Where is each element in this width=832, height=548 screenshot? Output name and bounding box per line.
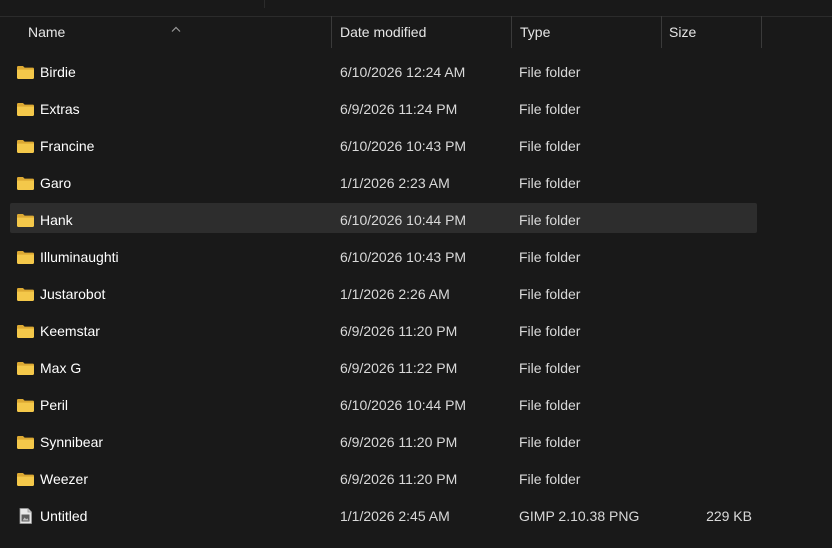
file-list-item[interactable]: Illuminaughti 6/10/2026 10:43 PM File fold… xyxy=(0,239,832,276)
folder-icon xyxy=(16,397,35,413)
column-resize-handle[interactable] xyxy=(761,16,762,48)
column-header-date-modified[interactable]: Date modified xyxy=(332,16,511,48)
column-header-row: Name Date modified Type Size xyxy=(0,16,832,48)
file-list-item[interactable]: Synnibear 6/9/2026 11:20 PM File folder xyxy=(0,424,832,461)
item-type: File folder xyxy=(519,175,581,191)
item-name: Illuminaughti xyxy=(40,249,119,265)
item-date-modified: 6/9/2026 11:20 PM xyxy=(340,323,458,339)
item-type: File folder xyxy=(519,360,581,376)
file-list-item[interactable]: Garo 1/1/2026 2:23 AM File folder xyxy=(0,165,832,202)
item-date-modified: 6/10/2026 10:43 PM xyxy=(340,138,467,154)
item-date-modified: 6/10/2026 12:24 AM xyxy=(340,64,466,80)
item-name: Peril xyxy=(40,397,69,413)
folder-icon xyxy=(16,64,35,80)
item-date-modified: 1/1/2026 2:45 AM xyxy=(340,508,450,524)
folder-icon xyxy=(16,286,35,302)
item-type: File folder xyxy=(519,471,581,487)
gimp-image-file-icon xyxy=(16,508,35,524)
item-name: Birdie xyxy=(40,64,76,80)
item-name: Untitled xyxy=(40,508,88,524)
item-date-modified: 6/9/2026 11:22 PM xyxy=(340,360,458,376)
file-list-item[interactable]: Max G 6/9/2026 11:22 PM File folder xyxy=(0,350,832,387)
item-type: File folder xyxy=(519,397,581,413)
item-name: Justarobot xyxy=(40,286,106,302)
item-date-modified: 6/9/2026 11:20 PM xyxy=(340,471,458,487)
item-date-modified: 1/1/2026 2:26 AM xyxy=(340,286,450,302)
folder-icon xyxy=(16,471,35,487)
file-list-item[interactable]: Keemstar 6/9/2026 11:20 PM File folder xyxy=(0,313,832,350)
item-type: File folder xyxy=(519,434,581,450)
item-type: File folder xyxy=(519,64,581,80)
item-name: Francine xyxy=(40,138,95,154)
file-list-item[interactable]: Peril 6/10/2026 10:44 PM File folder xyxy=(0,387,832,424)
toolbar-divider-tick xyxy=(264,0,265,8)
file-list-item[interactable]: Justarobot 1/1/2026 2:26 AM File folder xyxy=(0,276,832,313)
file-list-item[interactable]: Birdie 6/10/2026 12:24 AM File folder xyxy=(0,54,832,91)
item-date-modified: 6/9/2026 11:20 PM xyxy=(340,434,458,450)
item-type: File folder xyxy=(519,249,581,265)
sort-up-icon xyxy=(171,26,181,32)
file-list-item[interactable]: Francine 6/10/2026 10:43 PM File folder xyxy=(0,128,832,165)
folder-icon xyxy=(16,175,35,191)
item-type: File folder xyxy=(519,138,581,154)
folder-icon xyxy=(16,360,35,376)
item-type: File folder xyxy=(519,101,581,117)
file-list-item[interactable]: Hank 6/10/2026 10:44 PM File folder xyxy=(0,202,832,239)
item-date-modified: 6/10/2026 10:43 PM xyxy=(340,249,467,265)
column-header-type[interactable]: Type xyxy=(512,16,661,48)
item-date-modified: 6/10/2026 10:44 PM xyxy=(340,397,467,413)
folder-icon xyxy=(16,212,35,228)
item-name: Hank xyxy=(40,212,73,228)
folder-icon xyxy=(16,249,35,265)
item-type: File folder xyxy=(519,212,581,228)
item-name: Keemstar xyxy=(40,323,100,339)
folder-icon xyxy=(16,101,35,117)
item-size: 229 KB xyxy=(706,508,752,524)
item-type: File folder xyxy=(519,323,581,339)
file-explorer-details-view: Name Date modified Type Size Birdie 6/10/… xyxy=(0,0,832,548)
folder-icon xyxy=(16,138,35,154)
file-list-item[interactable]: Untitled 1/1/2026 2:45 AM GIMP 2.10.38 PNG… xyxy=(0,498,832,535)
folder-icon xyxy=(16,434,35,450)
item-type: GIMP 2.10.38 PNG xyxy=(519,508,640,524)
item-name: Synnibear xyxy=(40,434,104,450)
item-date-modified: 6/9/2026 11:24 PM xyxy=(340,101,458,117)
column-header-size[interactable]: Size xyxy=(661,16,761,48)
file-list-item[interactable]: Weezer 6/9/2026 11:20 PM File folder xyxy=(0,461,832,498)
item-name: Max G xyxy=(40,360,82,376)
item-date-modified: 6/10/2026 10:44 PM xyxy=(340,212,467,228)
column-header-name[interactable]: Name xyxy=(20,16,331,48)
item-name: Extras xyxy=(40,101,80,117)
item-name: Garo xyxy=(40,175,72,191)
folder-icon xyxy=(16,323,35,339)
item-name: Weezer xyxy=(40,471,88,487)
file-list-item[interactable]: Extras 6/9/2026 11:24 PM File folder xyxy=(0,91,832,128)
file-list: Birdie 6/10/2026 12:24 AM File folder Extra… xyxy=(0,54,832,535)
item-date-modified: 1/1/2026 2:23 AM xyxy=(340,175,450,191)
item-type: File folder xyxy=(519,286,581,302)
